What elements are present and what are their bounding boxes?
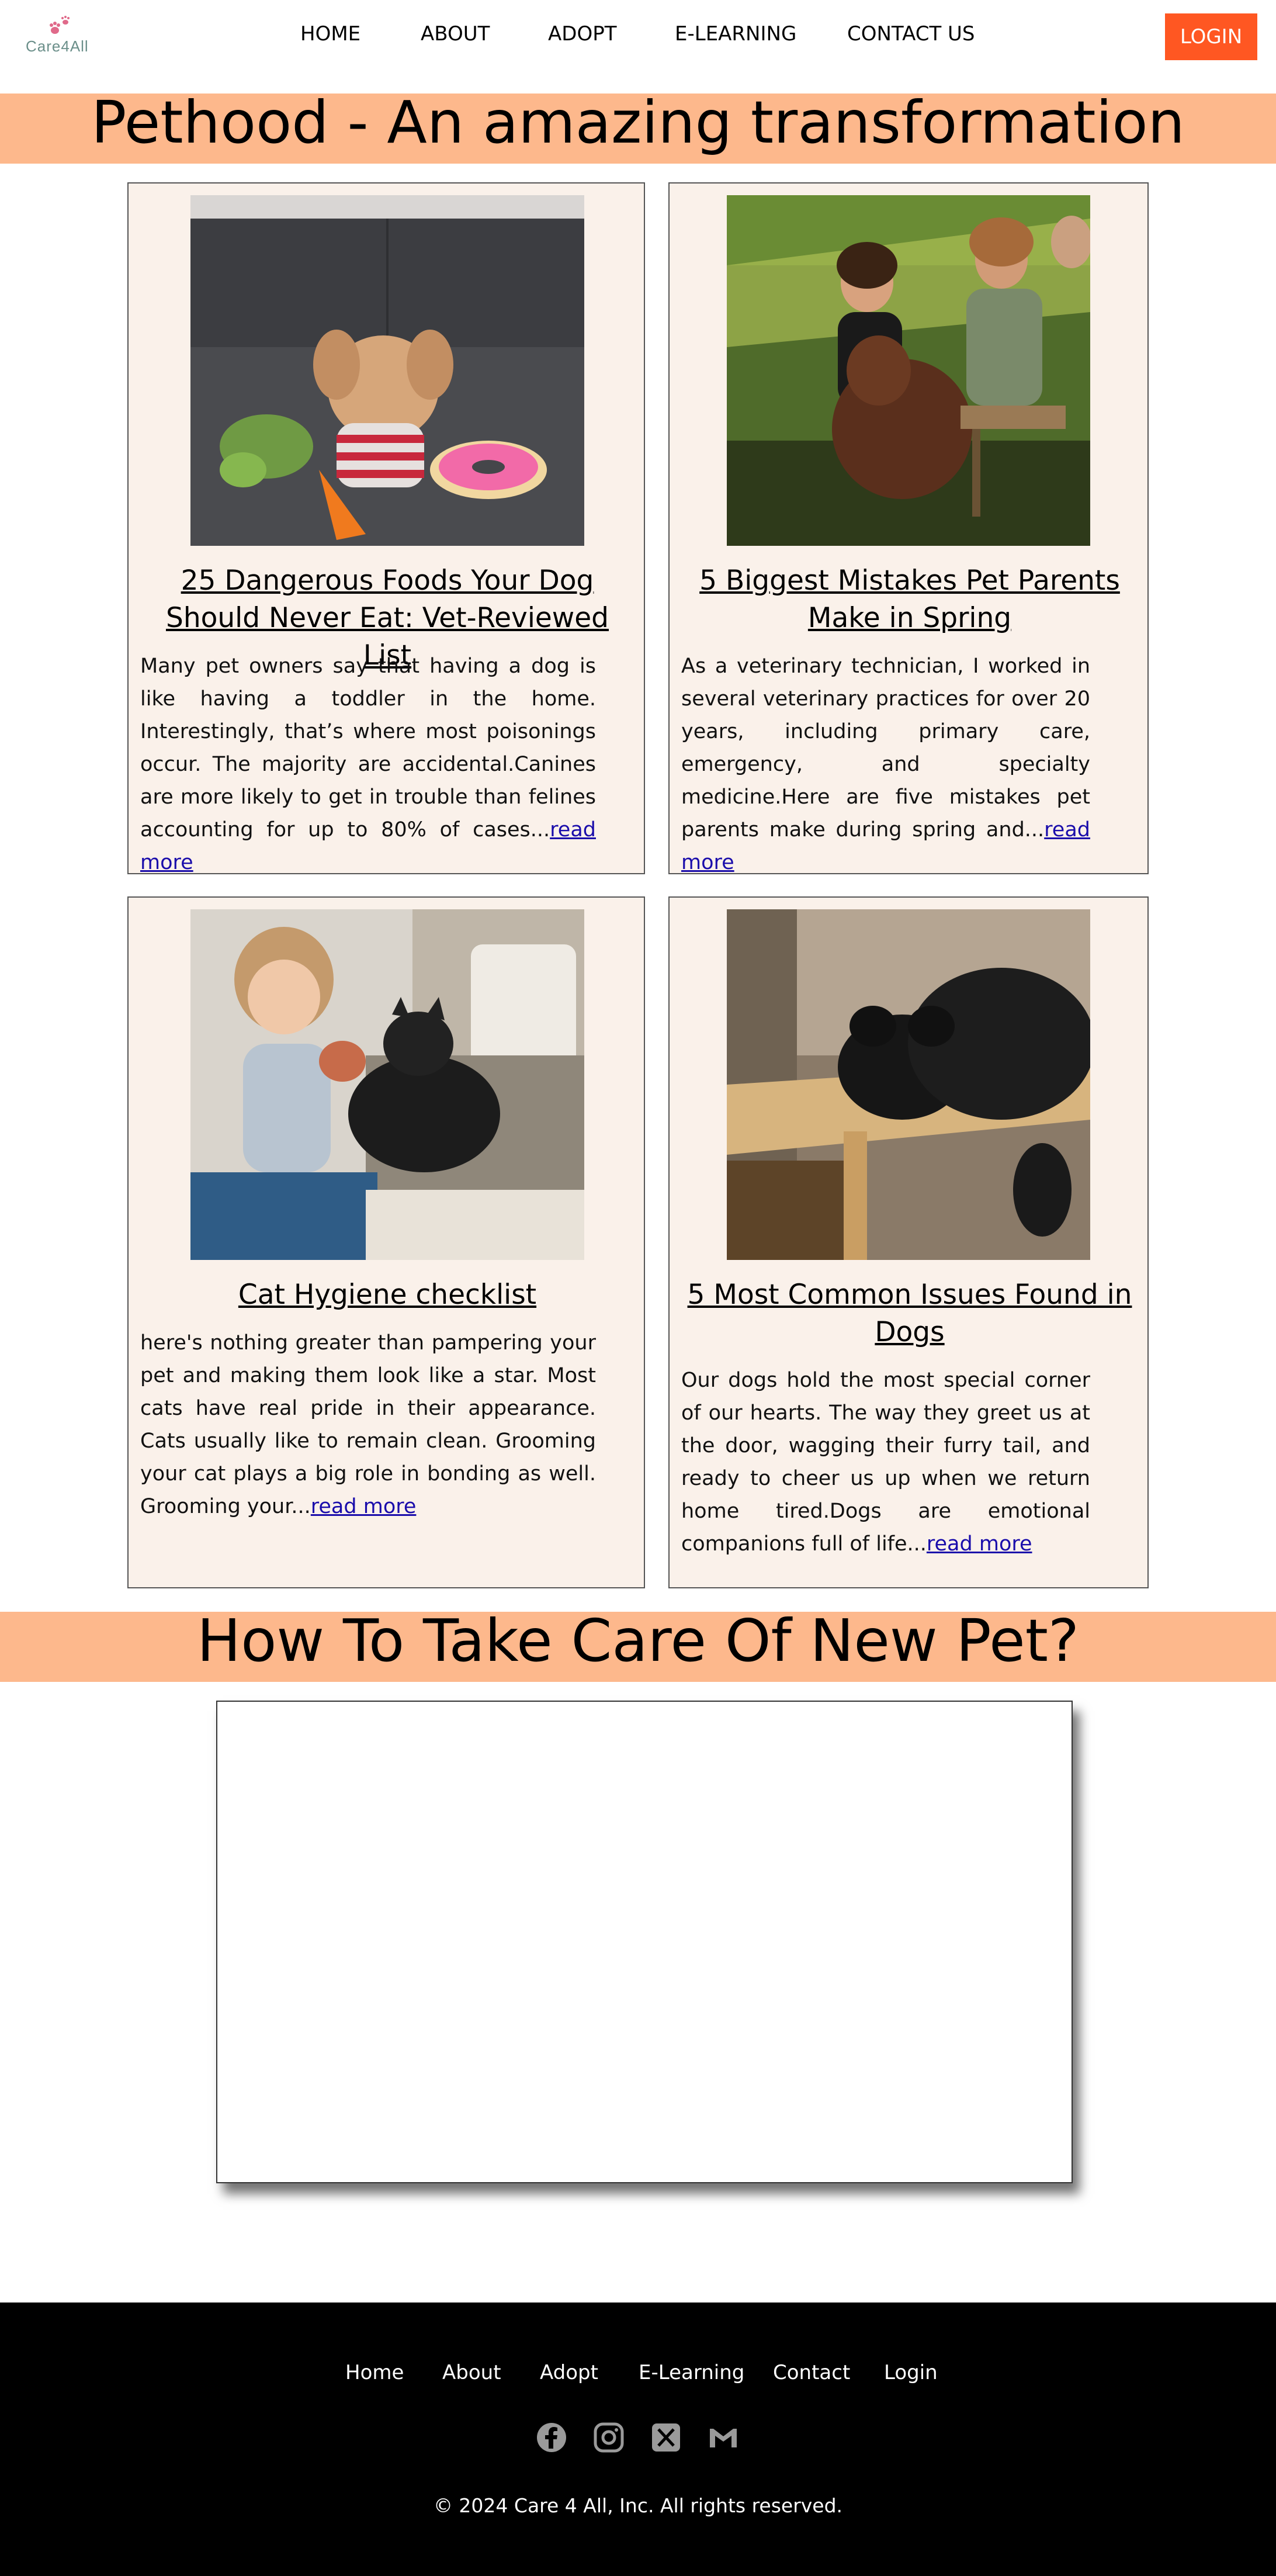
main-nav: HOME ABOUT ADOPT E-LEARNING CONTACT US: [0, 22, 1276, 51]
article-excerpt-text: As a veterinary technician, I worked in …: [681, 655, 1090, 842]
nav-contact-us[interactable]: CONTACT US: [847, 22, 975, 46]
pug-on-bench-photo: [727, 909, 1090, 1260]
footer-link-e-learning[interactable]: E-Learning: [639, 2361, 744, 2384]
article-excerpt-text: here's nothing greater than pampering yo…: [140, 1331, 596, 1518]
gmail-icon[interactable]: [708, 2422, 739, 2453]
article-card: 5 Biggest Mistakes Pet Parents Make in S…: [668, 182, 1149, 874]
nav-adopt[interactable]: ADOPT: [548, 22, 616, 46]
read-more-link[interactable]: read more: [927, 1532, 1032, 1556]
nav-home[interactable]: HOME: [300, 22, 360, 46]
article-excerpt-text: Our dogs hold the most special corner of…: [681, 1369, 1090, 1556]
child-with-cat-photo: [190, 909, 584, 1260]
nav-e-learning[interactable]: E-LEARNING: [675, 22, 796, 46]
blog-banner: Pethood - An amazing transformation: [0, 94, 1276, 164]
footer-link-login[interactable]: Login: [884, 2361, 938, 2384]
care-banner-title: How To Take Care Of New Pet?: [197, 1606, 1079, 1675]
footer-link-adopt[interactable]: Adopt: [540, 2361, 598, 2384]
nav-about[interactable]: ABOUT: [421, 22, 490, 46]
dog-with-toys-photo: [190, 195, 584, 546]
article-title[interactable]: Cat Hygiene checklist: [140, 1276, 634, 1314]
article-excerpt: Our dogs hold the most special corner of…: [681, 1364, 1090, 1560]
article-title[interactable]: 5 Most Common Issues Found in Dogs: [681, 1276, 1138, 1351]
footer-link-about[interactable]: About: [442, 2361, 501, 2384]
article-card: Cat Hygiene checklist here's nothing gre…: [127, 896, 645, 1588]
article-excerpt-text: Many pet owners say that having a dog is…: [140, 655, 596, 842]
instagram-icon[interactable]: [593, 2422, 625, 2453]
video-embed[interactable]: [216, 1701, 1073, 2183]
facebook-icon[interactable]: [536, 2422, 567, 2453]
article-card: 5 Most Common Issues Found in Dogs Our d…: [668, 896, 1149, 1588]
friends-with-dog-photo: [727, 195, 1090, 546]
article-title[interactable]: 5 Biggest Mistakes Pet Parents Make in S…: [681, 562, 1138, 637]
care-banner: How To Take Care Of New Pet?: [0, 1612, 1276, 1682]
footer-link-home[interactable]: Home: [345, 2361, 404, 2384]
footer-link-contact[interactable]: Contact: [773, 2361, 850, 2384]
article-card: 25 Dangerous Foods Your Dog Should Never…: [127, 182, 645, 874]
blog-banner-title: Pethood - An amazing transformation: [91, 88, 1185, 157]
footer: Home About Adopt E-Learning Contact Logi…: [0, 2303, 1276, 2576]
login-button[interactable]: LOGIN: [1165, 13, 1257, 60]
copyright-text: © 2024 Care 4 All, Inc. All rights reser…: [433, 2494, 843, 2517]
read-more-link[interactable]: read more: [311, 1495, 417, 1518]
article-excerpt: here's nothing greater than pampering yo…: [140, 1327, 596, 1523]
x-icon[interactable]: [650, 2422, 682, 2453]
navbar: Care4All HOME ABOUT ADOPT E-LEARNING CON…: [0, 0, 1276, 72]
article-excerpt: Many pet owners say that having a dog is…: [140, 650, 596, 879]
article-excerpt: As a veterinary technician, I worked in …: [681, 650, 1090, 879]
